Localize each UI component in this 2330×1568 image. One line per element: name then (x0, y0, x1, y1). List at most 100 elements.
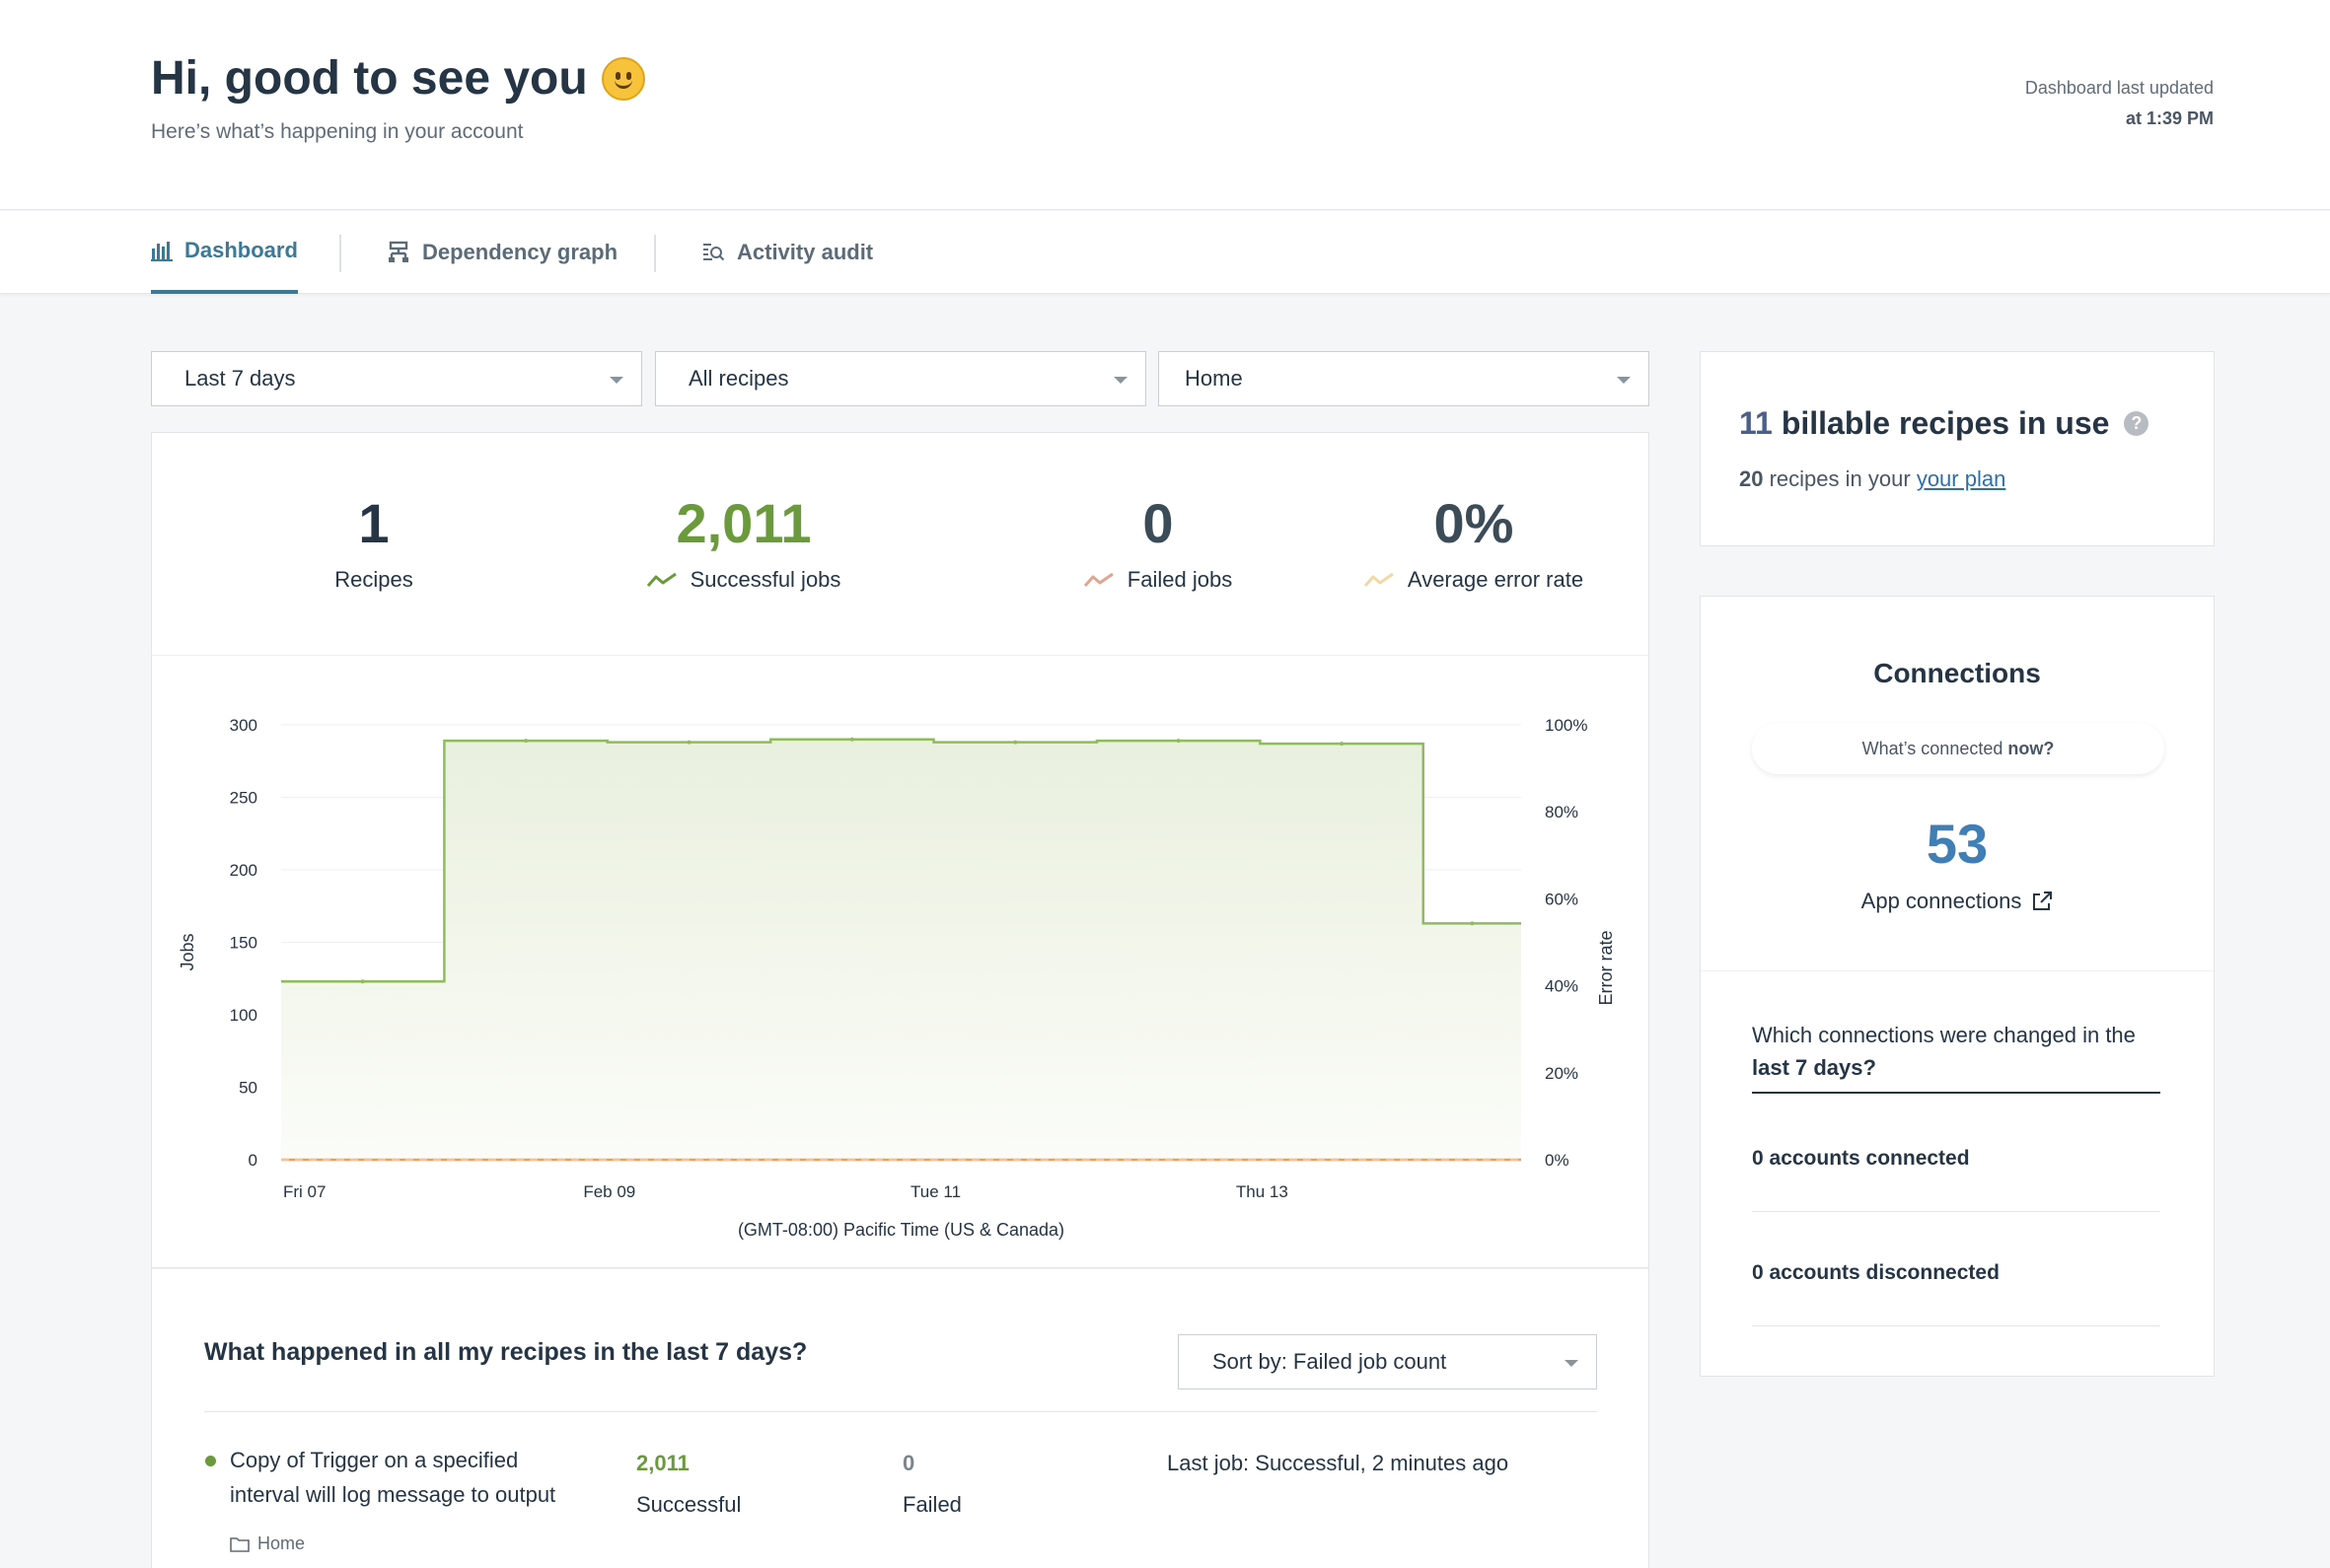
stat-value: 2,011 (676, 492, 812, 554)
stat-label: Failed jobs (1127, 567, 1233, 592)
tab-bar: Dashboard Dependency graph Activity audi… (0, 211, 2330, 294)
period-select[interactable]: Last 7 days (151, 351, 642, 406)
successful-jobs-point (1470, 921, 1475, 926)
billing-card: 11 billable recipes in use ? 20 recipes … (1700, 351, 2215, 546)
chevron-down-icon (1617, 377, 1631, 384)
stat-average-error-rate: 0% Average error rate (1326, 492, 1622, 593)
dashboard-last-updated: Dashboard last updated at 1:39 PM (2025, 73, 2214, 134)
chevron-down-icon (1114, 377, 1128, 384)
whats-connected-toggle[interactable]: What’s connected now? (1752, 723, 2164, 774)
stat-failed-jobs: 0 Failed jobs (1010, 492, 1306, 593)
question-period: last 7 days? (1752, 1055, 1876, 1080)
question-text: Which connections were changed in the (1752, 1023, 2136, 1047)
tab-label: Dependency graph (422, 240, 619, 264)
recipe-folder-label: Home (257, 1533, 306, 1553)
y-tick-label: 150 (230, 934, 257, 953)
y-tick-label: 250 (230, 789, 257, 808)
successful-jobs-point (524, 739, 529, 744)
recipe-failed-count: 0 (903, 1451, 915, 1475)
accounts-disconnected[interactable]: 0 accounts disconnected (1752, 1212, 2160, 1326)
y2-axis-label: Error rate (1596, 930, 1616, 1005)
trend-line-icon (646, 572, 677, 587)
trend-line-icon (1083, 572, 1114, 587)
y2-tick-label: 80% (1545, 803, 1578, 821)
folder-select-value: Home (1185, 366, 1243, 391)
recipe-name-link[interactable]: Copy of Trigger on a specified interval … (230, 1443, 585, 1512)
stat-label: Successful jobs (690, 567, 841, 592)
successful-jobs-area (281, 739, 1521, 1160)
chevron-down-icon (1565, 1360, 1578, 1367)
whats-connected-label: What’s connected (1861, 738, 2003, 758)
stat-successful-jobs: 2,011 Successful jobs (566, 492, 921, 593)
y2-tick-label: 0% (1545, 1151, 1569, 1170)
recipes-select-value: All recipes (689, 366, 789, 391)
stat-label: Average error rate (1407, 567, 1584, 592)
hierarchy-icon (389, 241, 408, 262)
tab-label: Dashboard (184, 238, 298, 262)
greeting-subtitle: Here’s what’s happening in your account (151, 120, 524, 143)
status-dot-icon (205, 1456, 216, 1466)
sort-select[interactable]: Sort by: Failed job count (1178, 1334, 1597, 1390)
y2-tick-label: 40% (1545, 977, 1578, 996)
app-connections-label: App connections (1860, 889, 2022, 913)
connections-summary: Connections What’s connected now? 53 App… (1701, 597, 2214, 971)
y-tick-label: 50 (239, 1079, 257, 1098)
tab-dependency-graph[interactable]: Dependency graph (387, 211, 618, 294)
billable-recipes-label: billable recipes in use (1781, 405, 2110, 441)
recipe-failed: 0 Failed (903, 1443, 962, 1526)
recipe-folder[interactable]: Home (230, 1533, 305, 1554)
divider (204, 1411, 1597, 1412)
x-tick-label: Fri 07 (283, 1182, 326, 1201)
folder-select[interactable]: Home (1158, 351, 1649, 406)
tab-dashboard[interactable]: Dashboard (151, 211, 298, 294)
tab-divider (339, 235, 341, 272)
audit-search-icon (703, 244, 725, 261)
app-connections-count: 53 (1926, 813, 1989, 875)
connections-changed-question: Which connections were changed in the la… (1752, 1019, 2160, 1094)
plan-summary: 20 recipes in your your plan (1739, 466, 2005, 492)
recipe-successful: 2,011 Successful (636, 1443, 741, 1526)
greeting: Hi, good to see you (151, 51, 645, 106)
tab-divider (654, 235, 656, 272)
your-plan-link[interactable]: your plan (1917, 466, 2006, 491)
updated-time: at 1:39 PM (2125, 108, 2214, 128)
successful-jobs-point (1176, 739, 1181, 744)
chevron-down-icon (610, 377, 623, 384)
plan-text: recipes in your (1769, 466, 1911, 491)
recipes-select[interactable]: All recipes (655, 351, 1146, 406)
recipe-failed-label: Failed (903, 1492, 962, 1517)
plan-recipe-count: 20 (1739, 466, 1764, 491)
y2-tick-label: 100% (1545, 716, 1587, 735)
jobs-chart-card: 0 50 100 150 200 250 300 0% 20% 40% 60% 80% 100% Fri … (151, 655, 1649, 1268)
smiley-emoji-icon (601, 56, 645, 101)
recipe-last-job-text: Last job: Successful, 2 minutes ago (1167, 1451, 1509, 1475)
recipes-activity-card: What happened in all my recipes in the l… (151, 1268, 1649, 1568)
y2-tick-label: 20% (1545, 1064, 1578, 1083)
x-axis-label: (GMT-08:00) Pacific Time (US & Canada) (738, 1220, 1064, 1240)
recipe-last-job: Last job: Successful, 2 minutes ago (1167, 1443, 1508, 1484)
accounts-connected[interactable]: 0 accounts connected (1752, 1098, 2160, 1212)
period-select-value: Last 7 days (184, 366, 296, 391)
updated-label: Dashboard last updated (2024, 78, 2214, 98)
stat-value: 0% (1433, 492, 1514, 554)
help-icon[interactable]: ? (2124, 411, 2149, 436)
folder-icon (230, 1536, 250, 1552)
y-tick-label: 100 (230, 1006, 257, 1025)
y-tick-label: 200 (230, 861, 257, 880)
successful-jobs-point (849, 737, 854, 742)
trend-line-icon (1363, 572, 1394, 587)
jobs-chart: 0 50 100 150 200 250 300 0% 20% 40% 60% 80% 100% Fri … (178, 716, 1616, 1240)
y-axis-label: Jobs (178, 933, 197, 970)
x-tick-label: Tue 11 (910, 1182, 961, 1201)
app-connections-link[interactable]: App connections (1701, 889, 2214, 914)
y-tick-label: 300 (230, 716, 257, 735)
y-tick-label: 0 (249, 1151, 257, 1170)
connections-title: Connections (1873, 658, 2041, 688)
successful-jobs-point (1340, 742, 1345, 747)
tab-activity-audit[interactable]: Activity audit (701, 211, 873, 294)
successful-jobs-point (1013, 740, 1018, 745)
stat-recipes: 1 Recipes (275, 492, 473, 593)
y2-tick-label: 60% (1545, 890, 1578, 908)
stat-value: 1 (358, 492, 390, 554)
x-tick-label: Feb 09 (583, 1182, 635, 1201)
